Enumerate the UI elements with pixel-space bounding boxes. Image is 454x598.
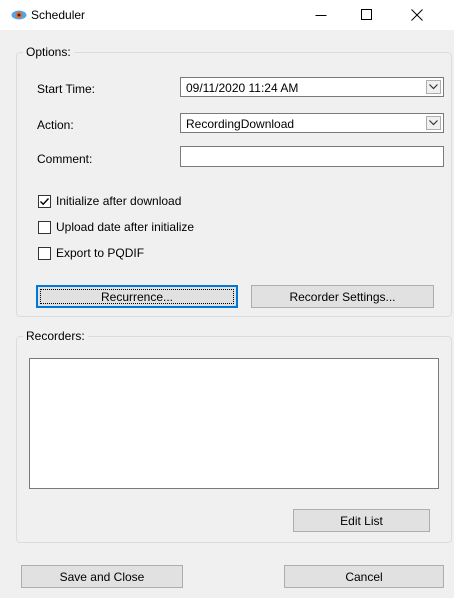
window-title: Scheduler [31, 8, 86, 22]
minimize-icon [315, 15, 327, 16]
maximize-icon [361, 9, 372, 20]
recorders-group-label: Recorders: [23, 329, 88, 343]
start-time-label: Start Time: [37, 82, 96, 96]
edit-list-button[interactable]: Edit List [293, 509, 430, 532]
save-and-close-button[interactable]: Save and Close [21, 565, 183, 588]
comment-field[interactable] [180, 146, 444, 167]
recorders-list[interactable] [29, 358, 439, 489]
maximize-button[interactable] [345, 0, 389, 30]
save-and-close-button-label: Save and Close [59, 569, 145, 584]
title-bar: Scheduler [0, 0, 454, 30]
export-to-pqdif-checkbox[interactable]: Export to PQDIF [38, 245, 144, 261]
start-time-dropdown-button[interactable] [426, 80, 441, 94]
checkbox-box[interactable] [38, 194, 51, 208]
chevron-down-icon [429, 120, 438, 126]
start-time-picker[interactable]: 09/11/2020 11:24 AM [180, 77, 444, 97]
action-value: RecordingDownload [186, 117, 295, 131]
action-label: Action: [37, 118, 74, 132]
edit-list-button-label: Edit List [340, 513, 383, 528]
recurrence-button[interactable]: Recurrence... [36, 285, 238, 308]
chevron-down-icon [429, 84, 438, 90]
upload-date-after-initialize-checkbox[interactable]: Upload date after initialize [38, 219, 194, 235]
comment-label: Comment: [37, 152, 93, 166]
checkbox-label: Upload date after initialize [56, 220, 195, 234]
checkbox-box[interactable] [38, 220, 51, 234]
close-icon [411, 9, 423, 21]
initialize-after-download-checkbox[interactable]: Initialize after download [38, 193, 181, 209]
cancel-button-label: Cancel [345, 569, 383, 584]
focus-rectangle [40, 289, 234, 304]
action-dropdown-button[interactable] [426, 116, 441, 130]
recorder-settings-button[interactable]: Recorder Settings... [251, 285, 434, 308]
checkbox-label: Export to PQDIF [56, 246, 145, 260]
checkbox-box[interactable] [38, 246, 51, 260]
cancel-button[interactable]: Cancel [284, 565, 444, 588]
recorder-settings-button-label: Recorder Settings... [289, 289, 396, 304]
app-eye-icon [11, 9, 27, 21]
checkbox-label: Initialize after download [56, 194, 182, 208]
start-time-value: 09/11/2020 11:24 AM [186, 81, 299, 95]
close-button[interactable] [395, 0, 439, 30]
options-group-label: Options: [23, 45, 74, 59]
checkmark-icon [40, 197, 50, 205]
minimize-button[interactable] [299, 0, 343, 30]
action-select[interactable]: RecordingDownload [180, 113, 444, 133]
